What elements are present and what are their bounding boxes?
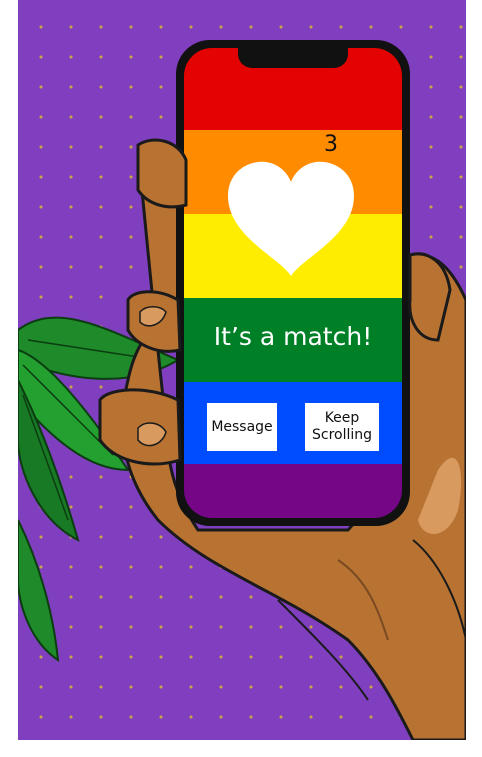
fingers-art: [98, 138, 452, 466]
illustration-background: 3 It’s a match! Message Keep Scrolling: [18, 0, 466, 740]
